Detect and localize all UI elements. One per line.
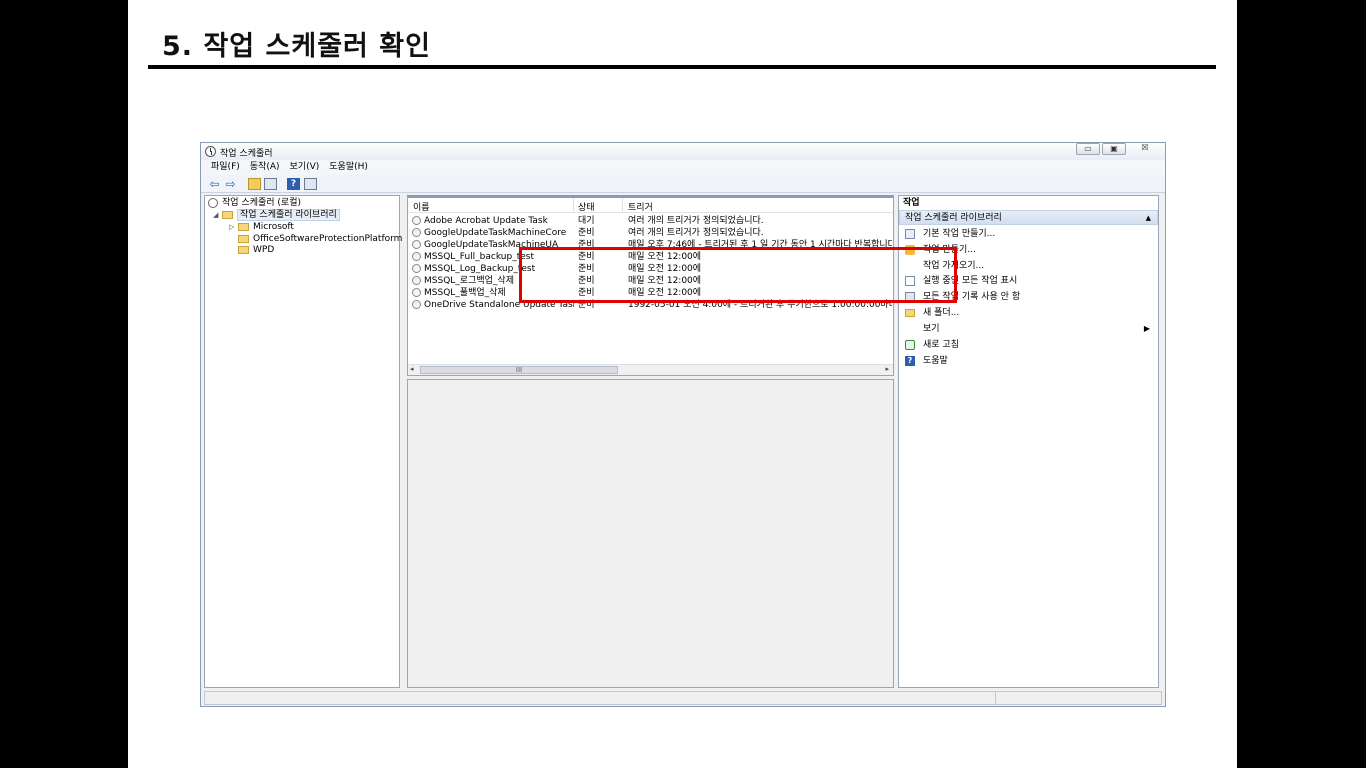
highlight-box [519,247,957,303]
action-view[interactable]: 보기 ▶ [899,322,1158,336]
action-help[interactable]: ? 도움말 [899,354,1158,368]
task-list-header: 이름 상태 트리거 [408,198,893,213]
close-button[interactable]: ☒ [1128,143,1162,155]
basic-task-icon [905,229,915,239]
task-icon [412,276,421,285]
task-icon [412,288,421,297]
task-icon [412,228,421,237]
column-divider[interactable] [622,198,623,212]
scroll-right-arrow-icon[interactable]: ▸ [885,365,889,373]
task-scheduler-window: 작업 스케줄러 ▭ ▣ ☒ 파일(F) 동작(A) 보기(V) 도움말(H) ⇦… [200,142,1166,707]
toolbar: ⇦ ⇨ ? [201,175,1165,193]
tree-item-library[interactable]: ◢ 작업 스케줄러 라이브러리 [213,209,340,221]
menu-file[interactable]: 파일(F) [211,160,240,175]
folder-icon [238,234,249,243]
collapse-up-icon[interactable]: ▲ [1146,211,1151,226]
table-row[interactable]: Adobe Acrobat Update Task 대기 여러 개의 트리거가 … [408,215,893,227]
clock-icon [208,197,218,208]
console-tree: 작업 스케줄러 (로컬) ◢ 작업 스케줄러 라이브러리 ▷ Microsoft O… [204,195,402,688]
show-hide-console-tree-icon[interactable] [264,178,277,190]
menu-action[interactable]: 동작(A) [250,160,280,175]
title-underline [148,65,1216,69]
column-header-state[interactable]: 상태 [578,200,595,213]
refresh-icon [905,340,915,350]
tree-item-microsoft[interactable]: ▷ Microsoft [229,221,294,233]
folder-clock-icon [222,210,233,219]
folder-icon [905,309,915,317]
actions-section-library[interactable]: 작업 스케줄러 라이브러리 ▲ [899,210,1158,225]
action-new-folder[interactable]: 새 폴더... [899,306,1158,320]
up-folder-icon[interactable] [248,178,261,190]
horizontal-scrollbar[interactable]: ◂ III ▸ [408,364,893,375]
task-icon [412,240,421,249]
task-icon [412,252,421,261]
folder-icon [238,222,249,231]
help-icon[interactable]: ? [287,178,300,190]
column-header-trigger[interactable]: 트리거 [628,200,653,213]
task-icon [412,300,421,309]
column-header-name[interactable]: 이름 [413,200,430,213]
status-bar [204,691,1162,705]
clock-icon [205,146,216,157]
slide: 5. 작업 스케줄러 확인 작업 스케줄러 ▭ ▣ ☒ 파일(F) 동작(A) … [128,0,1237,768]
task-details-pane [407,379,894,688]
folder-icon [238,245,249,254]
menu-view[interactable]: 보기(V) [290,160,320,175]
collapse-arrow-icon[interactable]: ▷ [229,221,238,233]
forward-arrow-icon[interactable]: ⇨ [224,178,237,190]
action-refresh[interactable]: 새로 고침 [899,338,1158,352]
minimize-button[interactable]: ▭ [1076,143,1100,155]
table-row[interactable]: GoogleUpdateTaskMachineCore 준비 여러 개의 트리거… [408,227,893,239]
actions-header: 작업 [903,198,920,208]
help-icon: ? [905,356,915,366]
back-arrow-icon[interactable]: ⇦ [208,178,221,190]
expand-arrow-icon[interactable]: ◢ [213,209,222,221]
window-title: 작업 스케줄러 [220,149,273,159]
tree-item-wpd[interactable]: WPD [238,244,274,256]
restore-button[interactable]: ▣ [1102,143,1126,155]
window-titlebar[interactable]: 작업 스케줄러 ▭ ▣ ☒ [201,143,1165,160]
show-hide-action-pane-icon[interactable] [304,178,317,190]
submenu-arrow-icon: ▶ [1143,324,1150,333]
menu-help[interactable]: 도움말(H) [329,160,368,175]
menu-bar: 파일(F) 동작(A) 보기(V) 도움말(H) [201,160,1165,175]
action-create-basic-task[interactable]: 기본 작업 만들기... [899,227,1158,241]
slide-title: 5. 작업 스케줄러 확인 [162,31,431,62]
scrollbar-thumb[interactable]: III [420,366,618,374]
tree-root[interactable]: 작업 스케줄러 (로컬) [208,197,301,209]
task-icon [412,216,421,225]
column-divider[interactable] [573,198,574,212]
scroll-left-arrow-icon[interactable]: ◂ [410,365,414,373]
task-icon [412,264,421,273]
